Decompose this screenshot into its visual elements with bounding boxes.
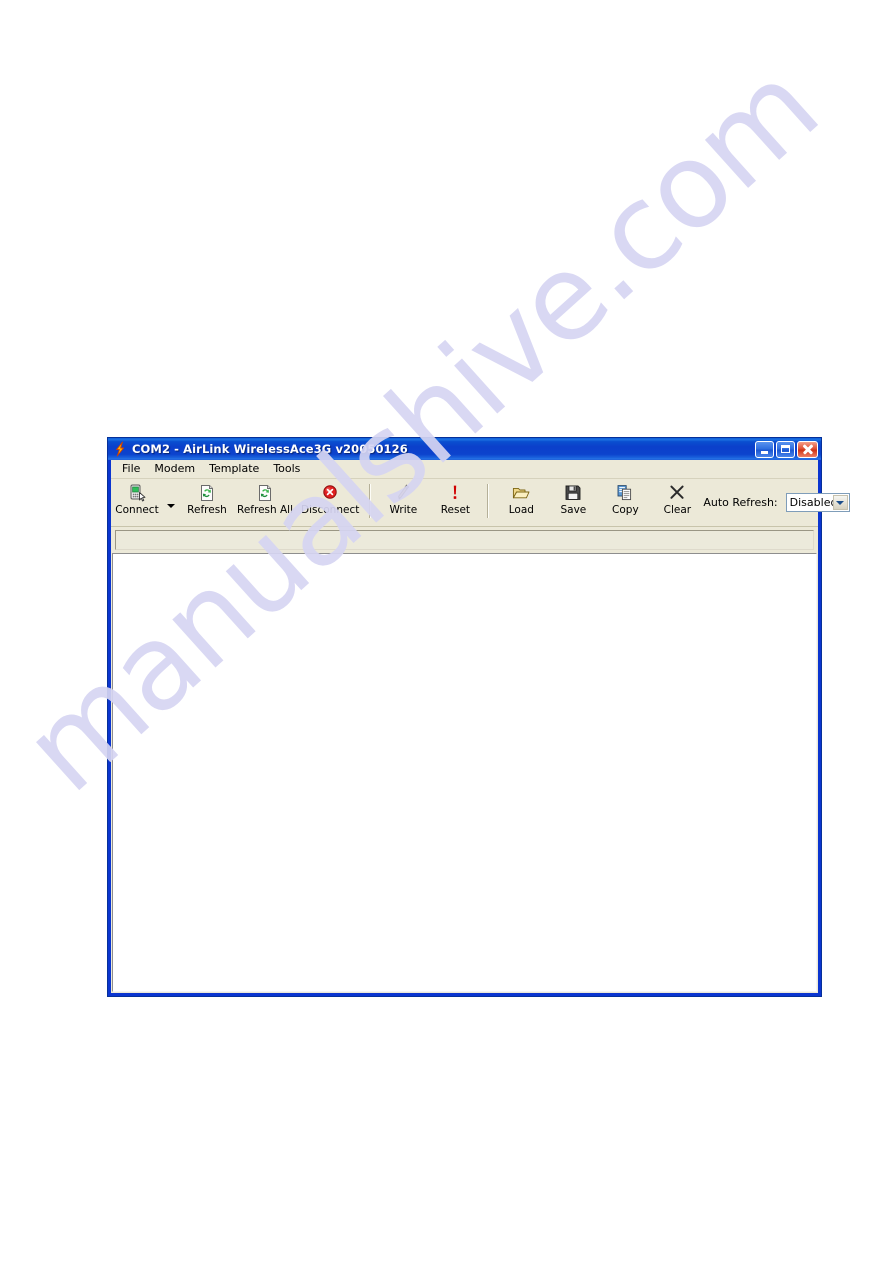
pencil-write-icon [393,483,413,503]
close-icon [803,444,813,454]
minimize-icon [761,450,768,454]
window-title: COM2 - AirLink WirelessAce3G v20050126 [132,442,408,456]
modem-connect-icon [127,483,147,503]
connect-dropdown-arrow-icon[interactable] [167,504,175,508]
toolbar-group-connection: Connect Refresh Refresh All Disconnect [111,482,363,516]
refresh-button[interactable]: Refresh [181,482,233,516]
copy-documents-icon [615,483,635,503]
window-controls [755,440,818,458]
write-label: Write [389,504,418,516]
refresh-all-label: Refresh All [237,504,294,516]
refresh-all-document-icon [255,483,275,503]
lightning-bolt-icon[interactable] [112,441,128,457]
auto-refresh-label: Auto Refresh: [703,496,778,509]
application-window: COM2 - AirLink WirelessAce3G v20050126 F… [107,437,850,997]
menu-item-template[interactable]: Template [202,461,266,477]
disconnect-red-x-icon [320,483,340,503]
copy-button[interactable]: Copy [599,482,651,516]
disconnect-label: Disconnect [301,504,360,516]
refresh-document-icon [197,483,217,503]
maximize-icon [781,445,790,453]
menu-item-file[interactable]: File [115,461,147,477]
menu-item-modem[interactable]: Modem [147,461,202,477]
x-clear-icon [667,483,687,503]
load-button[interactable]: Load [495,482,547,516]
reset-button[interactable]: Reset [429,482,481,516]
copy-label: Copy [612,504,639,516]
auto-refresh-select[interactable]: Disabled [785,493,850,512]
toolbar: Connect Refresh Refresh All Disconnect W… [111,479,850,527]
minimize-button[interactable] [755,440,774,458]
close-button[interactable] [797,440,818,458]
toolbar-separator-1 [369,484,372,518]
status-strip [115,530,814,550]
load-label: Load [508,504,534,516]
open-folder-icon [511,483,531,503]
refresh-label: Refresh [187,504,227,516]
main-content-area[interactable] [112,553,817,992]
floppy-disk-icon [563,483,583,503]
clear-button[interactable]: Clear [651,482,703,516]
toolbar-separator-2 [487,484,490,518]
connect-button[interactable]: Connect [111,482,163,516]
toolbar-group-file: Load Save Copy Clear [495,482,703,516]
menu-bar: File Modem Template Tools [111,460,818,479]
reset-label: Reset [440,504,471,516]
maximize-button[interactable] [776,440,795,458]
title-bar[interactable]: COM2 - AirLink WirelessAce3G v20050126 [108,438,821,460]
toolbar-group-modify: Write Reset [377,482,481,516]
chevron-down-icon[interactable] [832,495,848,510]
disconnect-button[interactable]: Disconnect [297,482,363,516]
write-button[interactable]: Write [377,482,429,516]
auto-refresh-value: Disabled [789,496,838,509]
client-area: File Modem Template Tools Connect Refres… [111,460,850,993]
menu-item-tools[interactable]: Tools [266,461,307,477]
save-label: Save [560,504,587,516]
refresh-all-button[interactable]: Refresh All [233,482,297,516]
save-button[interactable]: Save [547,482,599,516]
auto-refresh-control: Auto Refresh: Disabled [703,493,857,512]
clear-label: Clear [663,504,692,516]
connect-label: Connect [115,504,159,516]
red-exclamation-reset-icon [445,483,465,503]
